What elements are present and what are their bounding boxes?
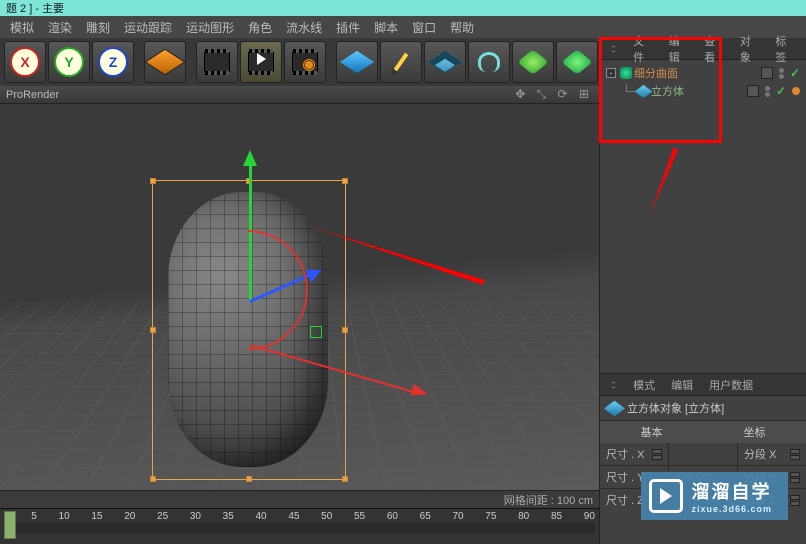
menu-render[interactable]: 渲染 [42, 17, 78, 38]
axis-y-button[interactable]: Y [48, 41, 90, 83]
menu-plugin[interactable]: 插件 [330, 17, 366, 38]
tag-box[interactable] [761, 67, 773, 79]
menu-help[interactable]: 帮助 [444, 17, 480, 38]
film-icon [204, 52, 230, 72]
axis-x-icon: X [10, 47, 40, 77]
attr-section-row: 基本 坐标 [600, 420, 806, 443]
attr-size-x[interactable]: 尺寸 . X [600, 443, 668, 465]
tree-label-cube[interactable]: 立方体 [651, 83, 684, 99]
axis-x-button[interactable]: X [4, 41, 46, 83]
grid-spacing-label: 网格间距 : 100 cm [504, 492, 593, 508]
right-panel: ::: 文件 编辑 查看 对象 标签 - 细分曲面 ✓ 立方体 ✓ [599, 38, 806, 544]
attr-tab-hash[interactable]: ::: [606, 377, 622, 393]
attribute-tabs: ::: 模式 编辑 用户数据 [600, 374, 806, 396]
cube-segmented-icon [428, 51, 462, 73]
gizmo-plane-xz[interactable] [310, 326, 322, 338]
primitive-cube-button[interactable] [336, 41, 378, 83]
viewport-header: ProRender ✥ ⤡ ⟳ ⊞ [0, 86, 599, 104]
spline-pen-button[interactable] [380, 41, 422, 83]
cube-icon [604, 400, 625, 416]
green-cluster2-icon [561, 49, 592, 74]
attr-tab-coord[interactable]: 坐标 [703, 421, 806, 443]
green-gen1-button[interactable] [512, 41, 554, 83]
enable-check-icon[interactable]: ✓ [790, 66, 800, 80]
axis-z-icon: Z [98, 47, 128, 77]
menu-mograph[interactable]: 运动图形 [180, 17, 240, 38]
deformer-bend-button[interactable] [468, 41, 510, 83]
annotation-arrow-2 [647, 148, 678, 215]
attr-spacer [669, 443, 737, 465]
enable-check-icon[interactable]: ✓ [776, 84, 786, 98]
orange-dot-icon[interactable] [792, 87, 800, 95]
render-settings-button[interactable] [284, 41, 326, 83]
attr-tab-edit[interactable]: 编辑 [666, 375, 698, 395]
axis-z-button[interactable]: Z [92, 41, 134, 83]
pen-icon [394, 53, 409, 72]
menu-character[interactable]: 角色 [242, 17, 278, 38]
tree-tags-subdiv: ✓ [761, 66, 800, 80]
menu-motiontrack[interactable]: 运动跟踪 [118, 17, 178, 38]
viewport-nav-icons[interactable]: ✥ ⤡ ⟳ ⊞ [515, 87, 593, 102]
viewport[interactable] [0, 104, 599, 490]
viewport-title: ProRender [6, 89, 59, 101]
tag-box[interactable] [747, 85, 759, 97]
workspace: ProRender ✥ ⤡ ⟳ ⊞ [0, 86, 599, 508]
render-picture-button[interactable] [240, 41, 282, 83]
expand-toggle[interactable]: - [606, 68, 616, 78]
tree-row-subdiv[interactable]: - 细分曲面 ✓ [602, 64, 804, 82]
object-manager-tabs: ::: 文件 编辑 查看 对象 标签 [600, 38, 806, 60]
timeline-cursor[interactable] [4, 511, 16, 539]
viewport-footer: 网格间距 : 100 cm [0, 490, 599, 508]
watermark-sub: zixue.3d66.com [691, 504, 772, 514]
title-bar: 题 2 ] - 主要 [0, 0, 806, 16]
tree-label-subdiv[interactable]: 细分曲面 [634, 65, 678, 81]
render-view-button[interactable] [196, 41, 238, 83]
axis-y-icon: Y [54, 47, 84, 77]
watermark-main: 溜溜自学 [691, 482, 771, 502]
menu-window[interactable]: 窗口 [406, 17, 442, 38]
gizmo-y-arrow-icon [243, 150, 257, 166]
attr-seg-x[interactable]: 分段 X [738, 443, 806, 465]
timeline-track[interactable] [4, 523, 595, 533]
menu-simulate[interactable]: 模拟 [4, 17, 40, 38]
menu-pipeline[interactable]: 流水线 [280, 17, 328, 38]
attr-tab-userdata[interactable]: 用户数据 [704, 375, 758, 395]
title-text: 题 2 ] - 主要 [6, 0, 64, 16]
tree-row-cube[interactable]: 立方体 ✓ [602, 82, 804, 100]
attr-title-text: 立方体对象 [立方体] [627, 400, 724, 416]
film-play-icon [248, 52, 274, 72]
timeline-ticks: 0510 152025 303540 455055 606570 758085 … [4, 511, 595, 521]
green-gen2-button[interactable] [556, 41, 598, 83]
menu-sculpt[interactable]: 雕刻 [80, 17, 116, 38]
om-tab-hash[interactable]: ::: [606, 41, 622, 57]
green-cluster-icon [517, 49, 548, 74]
cube-prim-icon [635, 84, 653, 97]
watermark-play-icon [649, 479, 683, 513]
menu-script[interactable]: 脚本 [368, 17, 404, 38]
orange-cube-icon [144, 49, 185, 76]
bend-icon [478, 52, 500, 72]
tree-tags-cube: ✓ [747, 84, 800, 98]
attr-tab-basic[interactable]: 基本 [600, 421, 703, 443]
timeline[interactable]: 0510 152025 303540 455055 606570 758085 … [0, 508, 599, 544]
object-tree[interactable]: - 细分曲面 ✓ 立方体 ✓ [600, 60, 806, 374]
generator-cube-button[interactable] [424, 41, 466, 83]
watermark: 溜溜自学 zixue.3d66.com [641, 472, 788, 520]
film-gear-icon [292, 52, 318, 72]
scene-cube-button[interactable] [144, 41, 186, 83]
attribute-title: 立方体对象 [立方体] [600, 396, 806, 420]
subdiv-icon [620, 67, 632, 79]
attr-tab-mode[interactable]: 模式 [628, 375, 660, 395]
cube-blue-icon [340, 51, 374, 73]
